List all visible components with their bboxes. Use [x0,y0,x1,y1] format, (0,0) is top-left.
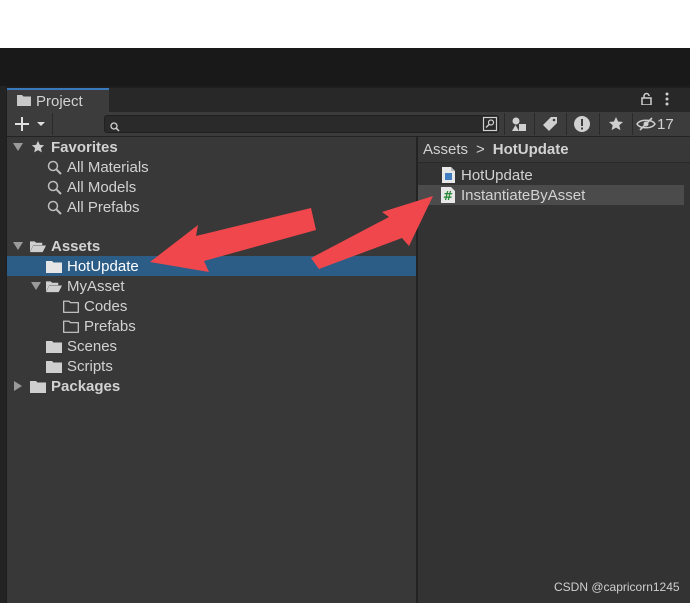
watermark: CSDN @capricorn1245 [554,580,680,594]
annotation-arrow-left [150,208,316,272]
annotation-arrows [150,196,433,272]
annotation-arrow-right [311,196,433,269]
